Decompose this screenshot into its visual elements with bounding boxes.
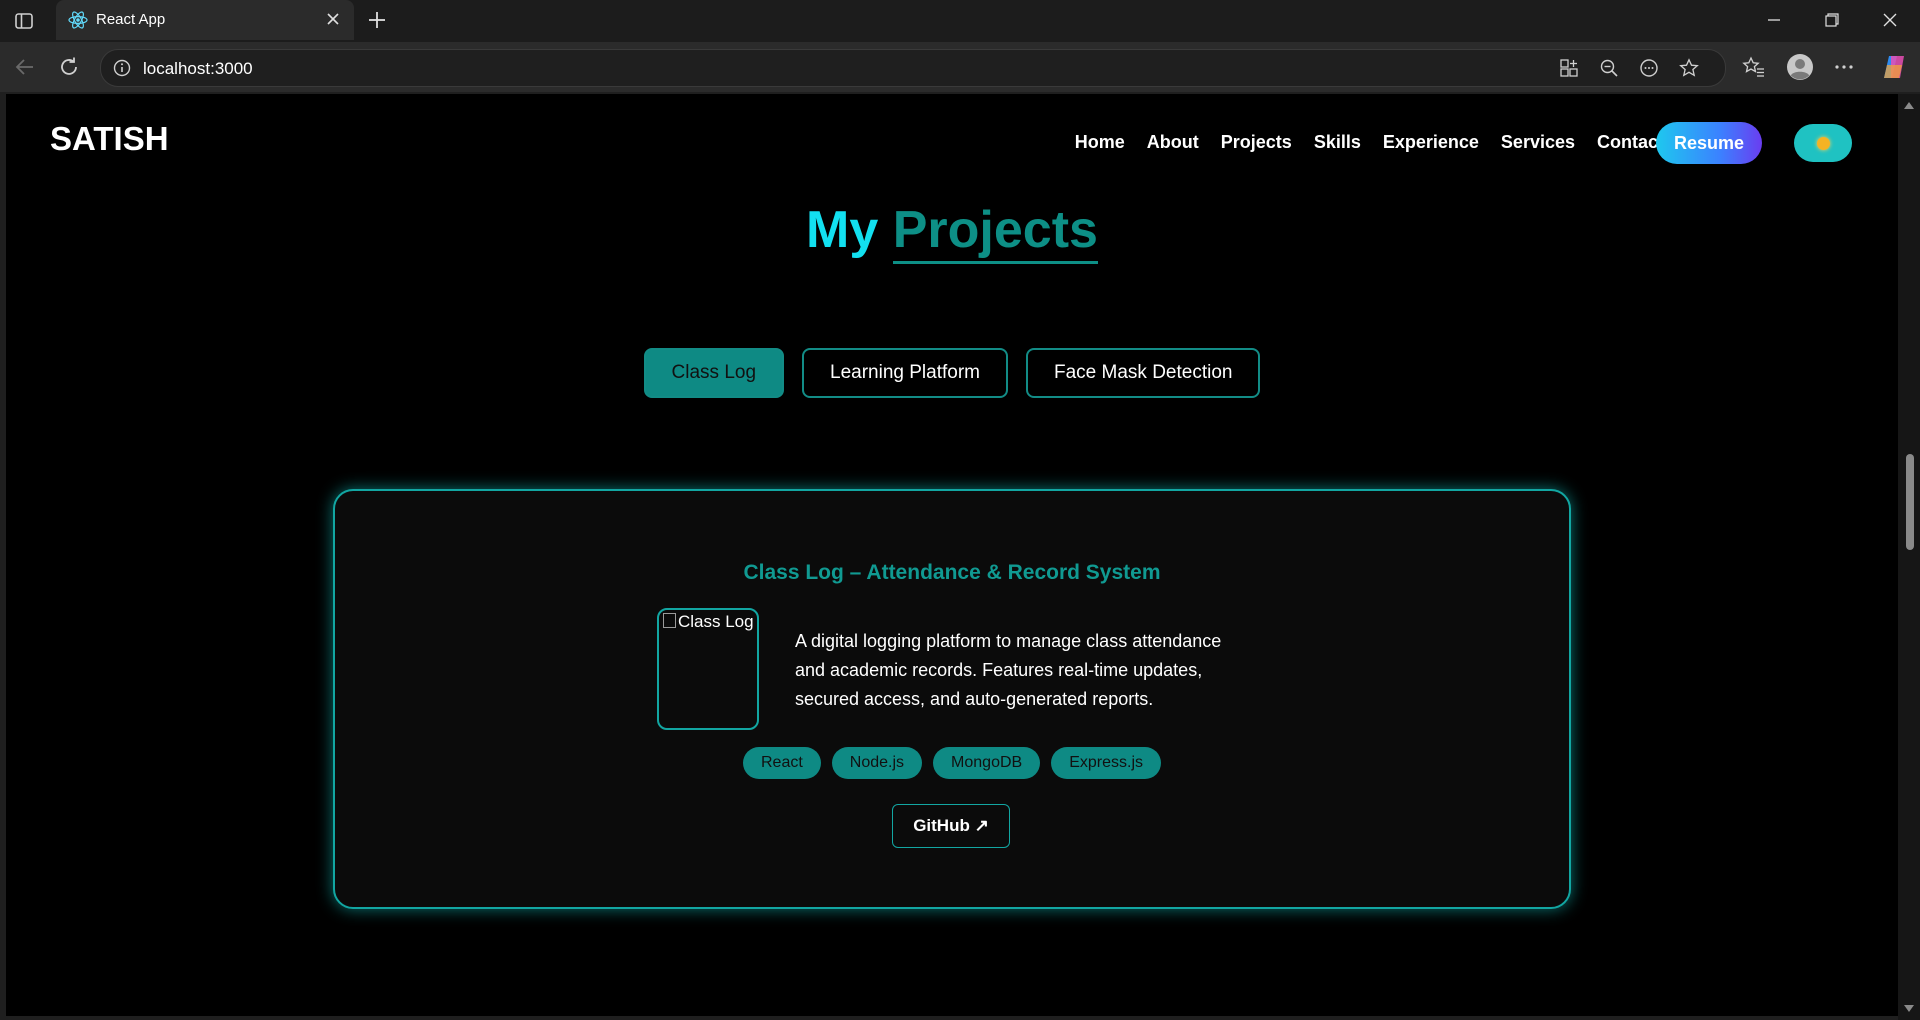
minimize-icon[interactable]: [1746, 0, 1802, 40]
scrollbar-thumb[interactable]: [1906, 454, 1914, 550]
resume-button[interactable]: Resume: [1656, 122, 1762, 164]
browser-toolbar: localhost:3000: [0, 42, 1920, 92]
address-bar[interactable]: localhost:3000: [100, 49, 1726, 87]
restore-icon[interactable]: [1804, 0, 1860, 40]
close-icon[interactable]: [322, 8, 344, 30]
refresh-icon[interactable]: [56, 54, 82, 80]
broken-image-icon: [663, 613, 676, 628]
nav-link-projects[interactable]: Projects: [1221, 132, 1292, 153]
zoom-out-icon[interactable]: [1599, 58, 1619, 78]
ellipsis-icon[interactable]: [1832, 55, 1856, 79]
scroll-down-arrow-icon[interactable]: [1904, 1005, 1914, 1012]
tab-title: React App: [96, 11, 166, 28]
info-icon[interactable]: [113, 59, 131, 77]
star-icon[interactable]: [1679, 58, 1699, 78]
page-scrollbar[interactable]: [1898, 94, 1920, 1020]
scroll-up-arrow-icon[interactable]: [1904, 102, 1914, 109]
nav-link-skills[interactable]: Skills: [1314, 132, 1361, 153]
favorites-icon[interactable]: [1742, 55, 1766, 79]
tag-expressjs: Express.js: [1051, 747, 1161, 779]
tag-react: React: [743, 747, 821, 779]
filter-class-log[interactable]: Class Log: [643, 348, 785, 398]
profile-icon[interactable]: [1786, 53, 1814, 81]
sun-icon: [1817, 137, 1830, 150]
app-available-icon[interactable]: [1559, 58, 1579, 78]
sidebar-toggle-icon[interactable]: [14, 11, 34, 31]
nav-link-experience[interactable]: Experience: [1383, 132, 1479, 153]
project-description: A digital logging platform to manage cla…: [795, 631, 1222, 709]
project-image-alt: Class Log: [663, 612, 754, 632]
nav-link-about[interactable]: About: [1147, 132, 1199, 153]
site-logo[interactable]: SATISH: [50, 120, 169, 158]
react-logo-icon: [68, 10, 88, 30]
back-arrow-icon[interactable]: [12, 54, 38, 80]
page-viewport: SATISH Home About Projects Skills Experi…: [6, 94, 1898, 1016]
project-card: Class Log – Attendance & Record System C…: [333, 489, 1571, 909]
window-close-icon[interactable]: [1862, 0, 1918, 40]
browser-tab[interactable]: React App: [56, 0, 354, 40]
project-image: Class Log: [657, 608, 759, 730]
more-icon[interactable]: [1639, 58, 1659, 78]
nav-link-contact[interactable]: Contact: [1597, 132, 1664, 153]
tag-mongodb: MongoDB: [933, 747, 1041, 779]
tech-tags: React Node.js MongoDB Express.js: [335, 747, 1569, 779]
project-image-alt-text: Class Log: [678, 612, 754, 631]
filter-learning-platform[interactable]: Learning Platform: [802, 348, 1008, 398]
nav-link-services[interactable]: Services: [1501, 132, 1575, 153]
github-link-button[interactable]: GitHub ↗: [892, 804, 1010, 848]
nav-link-home[interactable]: Home: [1075, 132, 1125, 153]
main-nav: Home About Projects Skills Experience Se…: [1075, 132, 1664, 153]
section-title-my: My: [806, 201, 879, 259]
copilot-icon[interactable]: [1880, 53, 1908, 81]
plus-icon[interactable]: [364, 7, 390, 33]
filter-face-mask-detection[interactable]: Face Mask Detection: [1026, 348, 1261, 398]
section-title: My Projects: [6, 200, 1898, 264]
theme-toggle[interactable]: [1794, 124, 1852, 162]
browser-titlebar: React App: [0, 0, 1920, 42]
tag-nodejs: Node.js: [831, 747, 923, 779]
url-text[interactable]: localhost:3000: [143, 59, 253, 79]
project-filters: Class Log Learning Platform Face Mask De…: [6, 348, 1898, 398]
project-title: Class Log – Attendance & Record System: [743, 561, 1161, 584]
section-title-projects: Projects: [892, 201, 1098, 264]
